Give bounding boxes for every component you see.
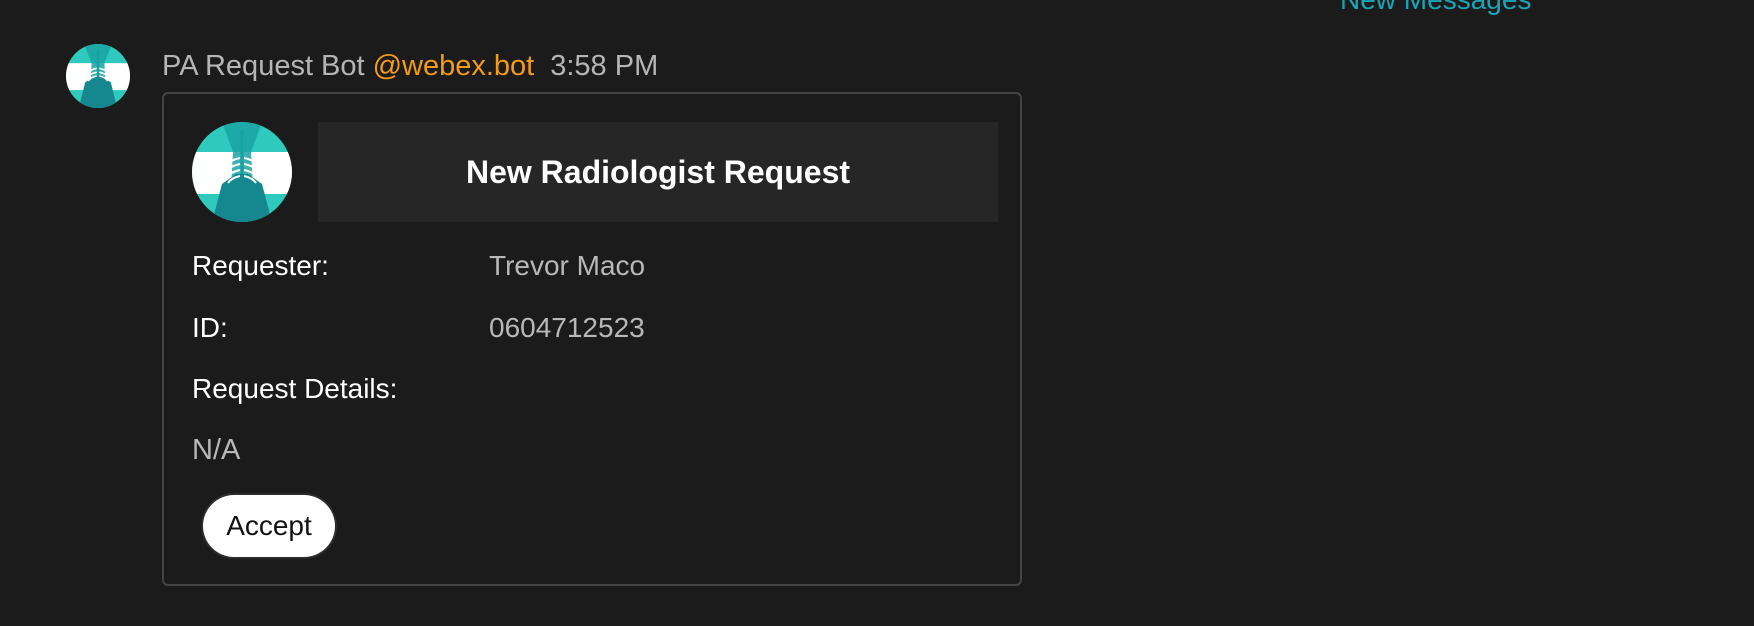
id-value: 0604712523 [489, 312, 645, 343]
message-header: PA Request Bot @webex.bot 3:58 PM [162, 46, 658, 86]
request-details-label: Request Details: [192, 373, 398, 404]
xray-chest-icon [66, 44, 130, 108]
message-timestamp: 3:58 PM [550, 50, 659, 82]
id-label: ID: [192, 312, 228, 343]
requester-label: Requester: [192, 250, 329, 281]
accept-button[interactable]: Accept [203, 495, 335, 557]
bot-avatar[interactable] [66, 44, 130, 108]
requester-value: Trevor Maco [489, 250, 646, 281]
card-title-container: New Radiologist Request [318, 122, 998, 222]
xray-chest-icon [192, 122, 292, 222]
card-title: New Radiologist Request [465, 153, 851, 190]
sender-handle[interactable]: @webex.bot [373, 50, 535, 82]
card-avatar [192, 122, 292, 222]
adaptive-card: New Radiologist Request Requester: Trevo… [162, 92, 1022, 586]
new-messages-link[interactable]: New Messages [1340, 0, 1531, 16]
request-details-value: N/A [192, 434, 241, 466]
sender-name[interactable]: PA Request Bot [162, 50, 365, 82]
